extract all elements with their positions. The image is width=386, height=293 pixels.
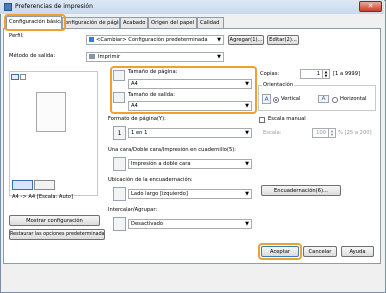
collate-icon [113,217,126,231]
preview-mode-button-2[interactable] [34,180,55,190]
window-title: Preferencias de impresión [15,3,93,10]
chevron-down-icon: ▼ [245,191,249,197]
restore-defaults-button[interactable]: Restaurar las opciones predeterminadas [9,229,105,240]
landscape-icon: A [318,95,329,103]
manual-scaling-label: Escala manual [268,116,306,122]
page-size-label: Tamaño de página: [128,69,178,75]
duplex-label: Una cara/Doble cara/Impresión en cuadern… [108,147,237,153]
binding-select[interactable]: Lado largo [izquierdo] ▼ [128,189,252,199]
close-button[interactable]: ✕ [359,1,382,12]
binding-button[interactable]: Encuadernación(6)... [261,185,341,196]
cancel-button[interactable]: Cancelar [303,246,337,257]
portrait-radio[interactable] [273,97,279,103]
chevron-down-icon: ▼ [245,221,249,227]
output-size-value: A4 [131,103,138,109]
scale-label: Escala: [263,130,282,136]
scale-stepper[interactable]: 100 ▲ ▼ [312,128,336,138]
copies-range: [1 a 9999] [333,71,361,77]
tab-paper-source[interactable]: Origen del papel [148,17,197,28]
preview-mode-button-1[interactable] [12,180,33,190]
page-layout-label: Formato de página(Y): [108,116,166,122]
page-size-icon [113,70,125,81]
manual-scaling-checkbox[interactable] [259,117,265,123]
portrait-icon: A [262,94,271,104]
chevron-down-icon: ▼ [217,37,221,43]
page-layout-select[interactable]: 1 en 1 ▼ [128,128,252,138]
output-size-label: Tamaño de salida: [128,92,175,98]
collate-label: Intercalar/Agrupar: [108,207,158,213]
duplex-select[interactable]: Impresión a doble cara ▼ [128,159,252,169]
portrait-label: Vertical [281,96,301,102]
duplex-icon [113,157,126,171]
profile-icon [89,36,94,42]
binding-icon [113,187,126,201]
spin-arrows-icon[interactable]: ▲ ▼ [328,129,335,137]
binding-value: Lado largo [izquierdo] [131,191,188,197]
copies-stepper[interactable]: 1 ▲ ▼ [300,69,330,79]
preview-sheet [36,92,66,132]
page-layout-value: 1 en 1 [131,130,148,136]
landscape-label: Horizontal [340,96,367,102]
show-settings-button[interactable]: Mostrar configuración [9,215,100,226]
chevron-down-icon: ▼ [245,130,249,136]
output-method-select[interactable]: Imprimir ▼ [86,52,224,62]
tab-quality[interactable]: Calidad [197,17,224,28]
preview-area [9,71,98,196]
preview-small-icon [20,74,26,80]
duplex-value: Impresión a doble cara [131,161,191,167]
copies-value: 1 [316,71,320,77]
tab-page-setup[interactable]: onfiguración de página [62,17,120,28]
tab-finishing[interactable]: Acabado [120,17,148,28]
ok-button[interactable]: Aceptar [261,246,299,257]
print-icon [89,53,95,59]
spin-arrows-icon[interactable]: ▲ ▼ [322,70,329,78]
binding-label: Ubicación de la encuadernación: [108,177,193,183]
profile-value: <Cambiar> Configuración predeterminada [96,37,208,43]
chevron-down-icon: ▼ [217,54,221,60]
tab-highlight [4,14,66,31]
page-size-value: A4 [131,81,138,87]
orientation-label: Orientación [262,82,295,89]
page-size-select[interactable]: A4 ▼ [128,79,252,89]
preview-page-icon [11,74,19,80]
collate-value: Desactivado [131,221,164,227]
output-method-value: Imprimir [98,54,121,60]
output-size-select[interactable]: A4 ▼ [128,101,252,111]
scale-range: % [25 a 200] [338,130,372,136]
profile-select[interactable]: <Cambiar> Configuración predeterminada ▼ [86,35,224,45]
chevron-down-icon: ▼ [245,161,249,167]
scale-value: 100 [316,130,326,136]
landscape-radio[interactable] [332,97,338,103]
help-button[interactable]: Ayuda [341,246,374,257]
output-method-label: Método de salida: [9,53,56,59]
edit-profile-button[interactable]: Editar(2)... [267,35,299,45]
profile-label: Perfil: [9,33,24,39]
printer-icon [4,3,12,11]
add-profile-button[interactable]: Agregar(1)... [228,35,264,45]
page-layout-icon: 1 [113,126,126,140]
output-size-icon [113,92,125,103]
chevron-down-icon: ▼ [245,81,249,87]
copies-label: Copias: [260,71,280,77]
preview-caption: A4 -> A4 [Escala: Auto] [12,194,73,200]
collate-select[interactable]: Desactivado ▼ [128,219,252,229]
chevron-down-icon: ▼ [245,103,249,109]
